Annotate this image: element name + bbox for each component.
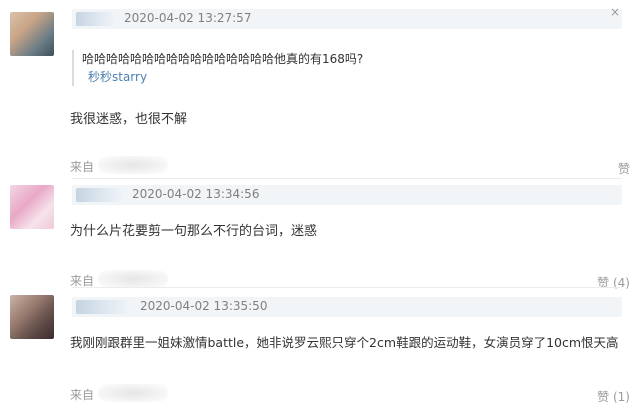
divider [72, 287, 622, 288]
username-blurred[interactable] [76, 188, 122, 202]
like-button[interactable]: 赞 (4) [597, 274, 630, 291]
comment-text: 为什么片花要剪一句那么不行的台词，迷惑 [70, 224, 318, 239]
comment-text: 我很迷惑，也很不解 [70, 112, 188, 127]
like-button[interactable]: 赞 (1) [597, 388, 630, 405]
comment-item: 2020-04-02 13:34:56 为什么片花要剪一句那么不行的台词，迷惑 … [0, 180, 640, 290]
source-blurred[interactable] [98, 384, 168, 402]
divider [72, 178, 622, 179]
comment-text: 我刚刚跟群里一姐妹激情battle，她非说罗云熙只穿个2cm鞋跟的运动鞋，女演员… [70, 335, 619, 350]
close-icon[interactable]: × [610, 5, 620, 19]
comment-timestamp: 2020-04-02 13:35:50 [140, 299, 268, 313]
username-blurred[interactable] [76, 12, 114, 26]
quoted-reply: 哈哈哈哈哈哈哈哈哈哈哈哈哈哈哈哈他真的有168吗? 秒秒starry [72, 50, 363, 86]
comment-header: 2020-04-02 13:35:50 [72, 297, 622, 317]
quote-author-link[interactable]: 秒秒starry [88, 68, 363, 86]
source-label: 来自 [70, 160, 95, 174]
avatar[interactable] [10, 185, 54, 229]
avatar[interactable] [10, 295, 54, 339]
comment-item: 2020-04-02 13:35:50 我刚刚跟群里一姐妹激情battle，她非… [0, 290, 640, 405]
like-button[interactable]: 赞 [618, 160, 630, 177]
source-blurred[interactable] [98, 270, 168, 288]
comment-header: 2020-04-02 13:27:57 × [72, 5, 622, 29]
source-blurred[interactable] [98, 156, 168, 174]
avatar[interactable] [10, 12, 54, 56]
comment-timestamp: 2020-04-02 13:27:57 [124, 11, 252, 25]
comment-item: 2020-04-02 13:27:57 × 哈哈哈哈哈哈哈哈哈哈哈哈哈哈哈哈他真… [0, 0, 640, 180]
comment-timestamp: 2020-04-02 13:34:56 [132, 187, 260, 201]
comment-header: 2020-04-02 13:34:56 [72, 185, 622, 205]
username-blurred[interactable] [76, 300, 128, 314]
quote-text: 哈哈哈哈哈哈哈哈哈哈哈哈哈哈哈哈他真的有168吗? [82, 52, 364, 66]
source-label: 来自 [70, 388, 95, 402]
